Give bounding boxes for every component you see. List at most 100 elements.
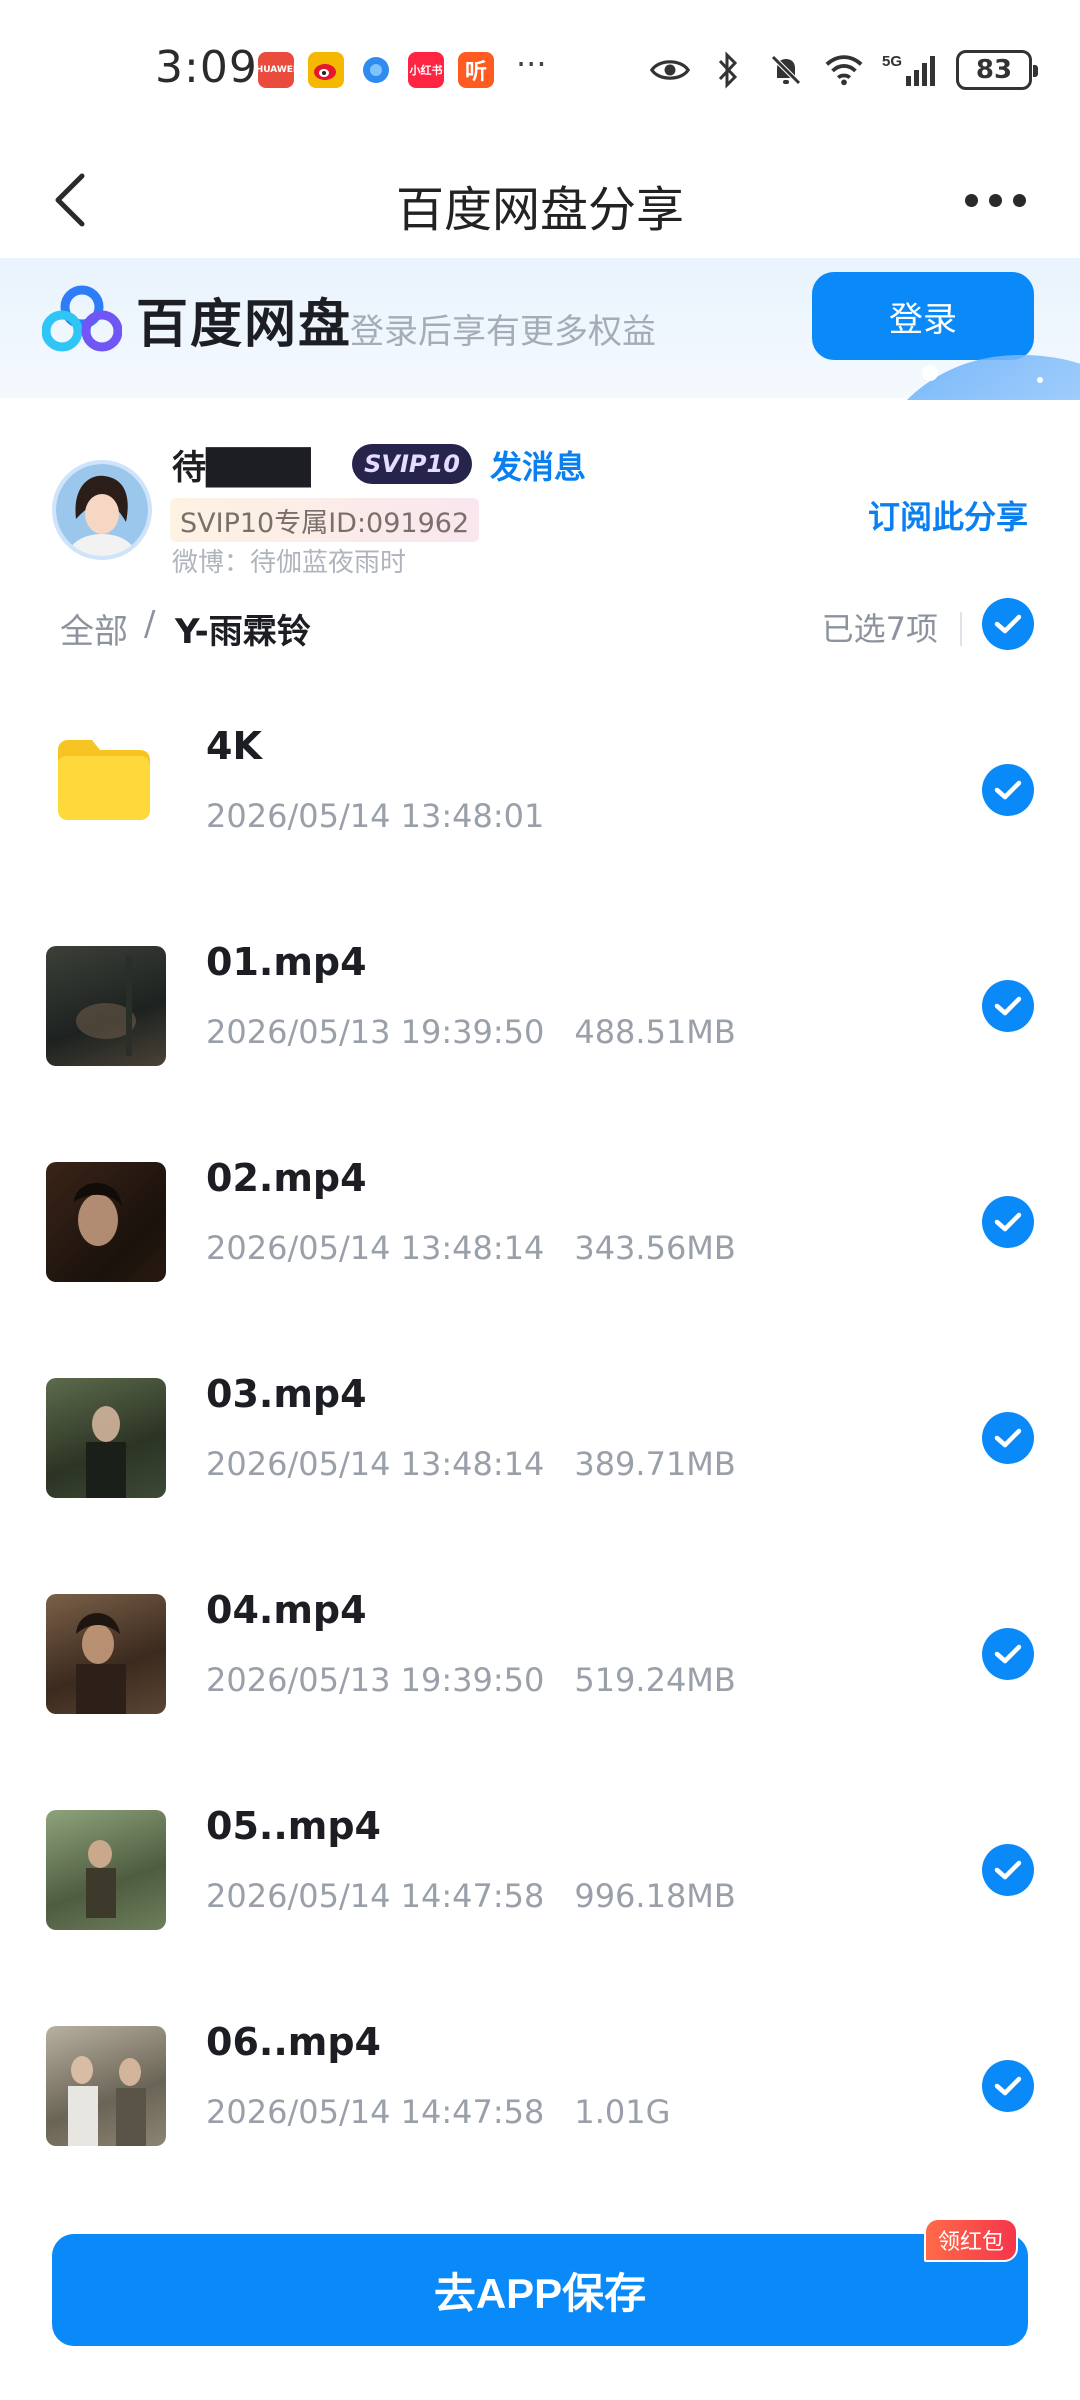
video-thumbnail bbox=[46, 2026, 166, 2146]
breadcrumb: 全部 / Y-雨霖铃 已选7项 bbox=[0, 590, 1080, 660]
more-dot-icon bbox=[964, 193, 978, 207]
member-id-tag: SVIP10专属ID:091962 bbox=[170, 498, 480, 542]
select-all-checkbox[interactable] bbox=[982, 598, 1034, 650]
row-checkbox[interactable] bbox=[982, 2060, 1034, 2112]
signal-5g-icon: 5G bbox=[882, 50, 938, 90]
row-checkbox[interactable] bbox=[982, 980, 1034, 1032]
file-date: 2026/05/14 13:48:14 bbox=[206, 1445, 545, 1483]
more-dot-icon bbox=[988, 193, 1002, 207]
list-item[interactable]: 03.mp4 2026/05/14 13:48:14 389.71MB bbox=[0, 1328, 1080, 1544]
status-time: 3:09 bbox=[155, 42, 258, 93]
status-bar: 3:09 HUAWEI 小红书 听 ··· 5G 83 bbox=[0, 0, 1080, 140]
avatar[interactable] bbox=[52, 460, 152, 560]
file-size: 519.24MB bbox=[574, 1661, 736, 1699]
selected-count: 已选7项 bbox=[821, 610, 938, 648]
video-thumbnail bbox=[46, 1594, 166, 1714]
file-date: 2026/05/13 19:39:50 bbox=[206, 1661, 545, 1699]
breadcrumb-separator: / bbox=[144, 604, 156, 644]
file-date: 2026/05/14 14:47:58 bbox=[206, 2093, 545, 2131]
checkmark-icon bbox=[994, 1428, 1022, 1448]
video-thumbnail bbox=[46, 946, 166, 1066]
breadcrumb-all[interactable]: 全部 bbox=[60, 604, 128, 653]
svip-badge: SVIP10 bbox=[352, 444, 472, 484]
sharer-name: 待████ bbox=[172, 448, 311, 488]
divider bbox=[960, 612, 962, 646]
wifi-icon bbox=[824, 50, 864, 90]
row-checkbox[interactable] bbox=[982, 1628, 1034, 1680]
row-checkbox[interactable] bbox=[982, 1412, 1034, 1464]
more-notifications-icon: ··· bbox=[516, 45, 547, 83]
file-date: 2026/05/14 13:48:01 bbox=[206, 797, 545, 835]
folder-icon bbox=[58, 740, 150, 820]
battery-indicator: 83 bbox=[956, 50, 1038, 90]
bluetooth-icon bbox=[708, 50, 748, 90]
row-checkbox[interactable] bbox=[982, 1844, 1034, 1896]
checkmark-icon bbox=[994, 1212, 1022, 1232]
netdisk-logo-icon bbox=[42, 285, 122, 351]
more-menu-button[interactable] bbox=[950, 160, 1040, 240]
brand-name: 百度网盘 bbox=[136, 295, 353, 355]
video-thumbnail bbox=[46, 1378, 166, 1498]
checkmark-icon bbox=[994, 1860, 1022, 1880]
file-size: 1.01G bbox=[574, 2093, 671, 2131]
file-name: 05..mp4 bbox=[206, 1804, 381, 1848]
baidu-netdisk-logo: 百度网盘 bbox=[42, 282, 352, 357]
file-name: 03.mp4 bbox=[206, 1372, 367, 1416]
file-name: 06..mp4 bbox=[206, 2020, 381, 2064]
weibo-icon bbox=[308, 52, 344, 88]
list-item[interactable]: 05..mp4 2026/05/14 14:47:58 996.18MB bbox=[0, 1760, 1080, 1976]
file-meta: 2026/05/13 19:39:50 519.24MB bbox=[206, 1661, 736, 1699]
file-name: 02.mp4 bbox=[206, 1156, 367, 1200]
more-dot-icon bbox=[1012, 193, 1026, 207]
svg-text:5G: 5G bbox=[882, 53, 902, 70]
mute-bell-icon bbox=[766, 50, 806, 90]
file-meta: 2026/05/14 14:47:58 996.18MB bbox=[206, 1877, 736, 1915]
file-size: 488.51MB bbox=[574, 1013, 736, 1051]
eye-icon bbox=[650, 50, 690, 90]
video-thumbnail bbox=[46, 1810, 166, 1930]
checkmark-icon bbox=[994, 1644, 1022, 1664]
file-meta: 2026/05/14 13:48:14 343.56MB bbox=[206, 1229, 736, 1267]
checkmark-icon bbox=[994, 780, 1022, 800]
file-meta: 2026/05/13 19:39:50 488.51MB bbox=[206, 1013, 736, 1051]
checkmark-icon bbox=[994, 614, 1022, 634]
video-thumbnail bbox=[46, 1162, 166, 1282]
file-size: 343.56MB bbox=[574, 1229, 736, 1267]
sharer-card: 待████ SVIP10 发消息 SVIP10专属ID:091962 微博：待伽… bbox=[0, 400, 1080, 580]
list-item[interactable]: 02.mp4 2026/05/14 13:48:14 343.56MB bbox=[0, 1112, 1080, 1328]
file-size: 996.18MB bbox=[574, 1877, 736, 1915]
xiaohongshu-icon: 小红书 bbox=[408, 52, 444, 88]
file-date: 2026/05/13 19:39:50 bbox=[206, 1013, 545, 1051]
file-meta: 2026/05/14 13:48:14 389.71MB bbox=[206, 1445, 736, 1483]
browser-icon bbox=[358, 52, 394, 88]
breadcrumb-current-folder: Y-雨霖铃 bbox=[175, 612, 311, 652]
huawei-icon: HUAWEI bbox=[256, 52, 296, 88]
red-packet-badge[interactable]: 领红包 bbox=[924, 2218, 1019, 2262]
file-date: 2026/05/14 13:48:14 bbox=[206, 1229, 545, 1267]
file-name: 4K bbox=[206, 724, 262, 768]
file-meta: 2026/05/14 14:47:58 1.01G bbox=[206, 2093, 670, 2131]
file-name: 04.mp4 bbox=[206, 1588, 367, 1632]
list-item[interactable]: 04.mp4 2026/05/13 19:39:50 519.24MB bbox=[0, 1544, 1080, 1760]
file-size: 389.71MB bbox=[574, 1445, 736, 1483]
nav-bar: 百度网盘分享 bbox=[0, 140, 1080, 260]
save-to-app-button[interactable]: 去APP保存 bbox=[52, 2234, 1028, 2346]
checkmark-icon bbox=[994, 2076, 1022, 2096]
file-name: 01.mp4 bbox=[206, 940, 367, 984]
subscribe-share-link[interactable]: 订阅此分享 bbox=[868, 492, 1028, 538]
page-title: 百度网盘分享 bbox=[395, 182, 684, 238]
listen-icon: 听 bbox=[458, 52, 494, 88]
file-date: 2026/05/14 14:47:58 bbox=[206, 1877, 545, 1915]
sharer-weibo: 微博：待伽蓝夜雨时 bbox=[172, 548, 407, 578]
file-meta: 2026/05/14 13:48:01 bbox=[206, 797, 544, 835]
notification-apps: HUAWEI 小红书 听 ··· bbox=[256, 45, 547, 88]
row-checkbox[interactable] bbox=[982, 1196, 1034, 1248]
share-page: 3:09 HUAWEI 小红书 听 ··· 5G 83 百度网盘分享 百度网盘 … bbox=[0, 0, 1080, 2400]
system-icons: 5G 83 bbox=[650, 50, 1038, 90]
list-item[interactable]: 01.mp4 2026/05/13 19:39:50 488.51MB bbox=[0, 896, 1080, 1112]
login-tip: 登录后享有更多权益 bbox=[350, 312, 656, 352]
row-checkbox[interactable] bbox=[982, 764, 1034, 816]
list-item[interactable]: 4K 2026/05/14 13:48:01 bbox=[0, 680, 1080, 896]
checkmark-icon bbox=[994, 996, 1022, 1016]
send-message-link[interactable]: 发消息 bbox=[490, 442, 586, 488]
